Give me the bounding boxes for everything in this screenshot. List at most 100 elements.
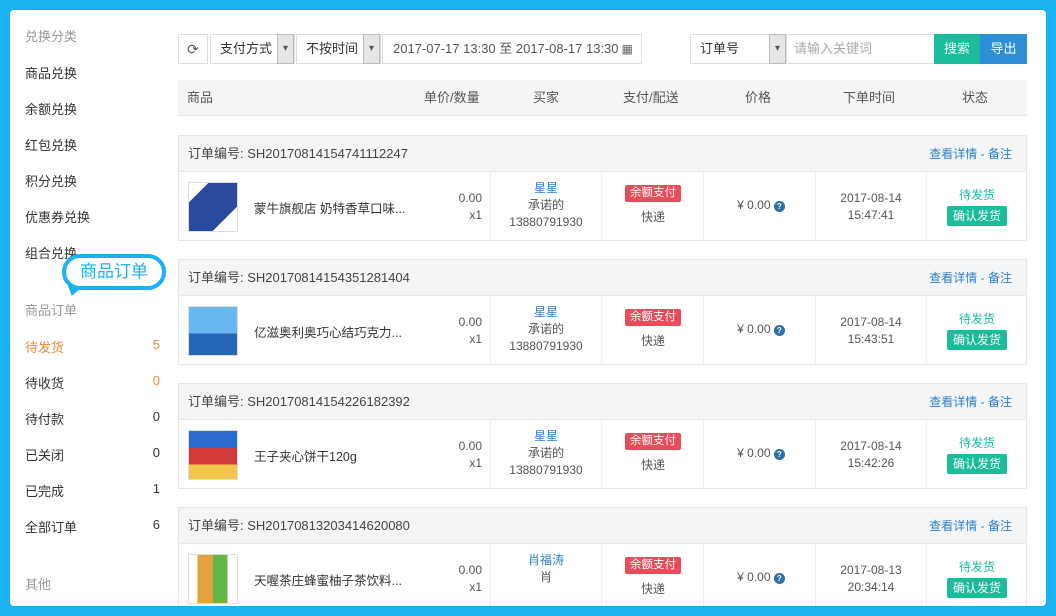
note-link[interactable]: 备注 (988, 271, 1012, 285)
unit-price: 0.00 (458, 563, 482, 577)
payment-badge: 余额支付 (625, 185, 681, 202)
sidebar-item-count: 1 (152, 481, 160, 496)
chevron-down-icon: ▾ (769, 34, 786, 64)
order-date: 2017-08-13 (840, 563, 902, 577)
search-field-select[interactable]: 订单号 ▾ (690, 34, 787, 64)
buyer-info: 星星 承诺的 13880791930 (491, 428, 601, 479)
date-range-input[interactable]: 2017-07-17 13:30 至 2017-08-17 13:30 ▦ (382, 34, 642, 64)
sidebar-item-redpacket-exchange[interactable]: 红包兑换 (25, 135, 160, 154)
sidebar-item-closed[interactable]: 已关闭 0 (25, 445, 160, 464)
view-detail-link[interactable]: 查看详情 (929, 395, 977, 409)
quantity: x1 (469, 332, 482, 346)
quantity: x1 (469, 456, 482, 470)
search-placeholder: 请输入关键词 (794, 41, 873, 56)
chevron-down-icon: ▾ (363, 34, 380, 64)
product-name[interactable]: 王子夹心饼干120g (254, 446, 357, 465)
col-header-buyer: 买家 (533, 90, 560, 105)
order-header: 订单编号: SH20170813203414620080 查看详情 - 备注 (179, 508, 1026, 544)
order-amount: ¥ 0.00 ? (706, 198, 816, 212)
product-name[interactable]: 亿滋奥利奥巧心结巧克力... (254, 322, 402, 341)
help-icon[interactable]: ? (773, 449, 785, 460)
confirm-ship-button[interactable]: 确认发货 (946, 330, 1007, 350)
buyer-name[interactable]: 星星 (491, 428, 601, 445)
status-text: 待发货 (958, 560, 995, 574)
status-text: 待发货 (958, 188, 995, 202)
order-number: 订单编号: SH20170813203414620080 (188, 518, 410, 533)
delivery-method: 快递 (640, 582, 665, 596)
sidebar-item-completed[interactable]: 已完成 1 (25, 481, 160, 500)
sidebar-item-coupon-exchange[interactable]: 优惠券兑换 (25, 207, 160, 226)
sidebar-item-count: 0 (152, 373, 160, 388)
product-name[interactable]: 天喔茶庄蜂蜜柚子茶饮料... (254, 570, 402, 589)
order-amount: ¥ 0.00 ? (706, 446, 816, 460)
sidebar-item-label: 待发货 (25, 340, 65, 355)
help-icon[interactable]: ? (773, 573, 785, 584)
sidebar-section-exchange: 兑换分类 (25, 29, 78, 44)
unit-price: 0.00 (458, 191, 482, 205)
quantity: x1 (469, 208, 482, 222)
order-number: 订单编号: SH20170814154226182392 (188, 394, 410, 409)
link-separator: - (977, 147, 988, 161)
product-thumbnail[interactable] (188, 430, 238, 480)
order-clock: 15:47:41 (847, 208, 895, 222)
divider (601, 420, 602, 488)
sidebar-item-all-orders[interactable]: 全部订单 6 (25, 517, 160, 536)
refresh-icon: ⟳ (187, 41, 199, 57)
product-thumbnail[interactable] (188, 182, 238, 232)
search-input[interactable]: 请输入关键词 (788, 34, 936, 64)
note-link[interactable]: 备注 (988, 147, 1012, 161)
divider (703, 296, 704, 364)
view-detail-link[interactable]: 查看详情 (929, 147, 977, 161)
divider (601, 296, 602, 364)
sidebar-item-count: 0 (152, 445, 160, 460)
sidebar-item-goods-exchange[interactable]: 商品兑换 (25, 63, 160, 82)
col-header-status: 状态 (962, 90, 989, 105)
buyer-phone: 13880791930 (509, 463, 583, 477)
sidebar-item-label: 待付款 (25, 412, 65, 427)
search-field-value: 订单号 (700, 41, 740, 56)
confirm-ship-button[interactable]: 确认发货 (946, 578, 1007, 598)
confirm-ship-button[interactable]: 确认发货 (946, 454, 1007, 474)
divider (601, 544, 602, 606)
product-thumbnail[interactable] (188, 554, 238, 604)
order-actions: 查看详情 - 备注 (929, 384, 1012, 420)
note-link[interactable]: 备注 (988, 519, 1012, 533)
sidebar-item-to-receive[interactable]: 待收货 0 (25, 373, 160, 392)
buyer-name[interactable]: 肖福涛 (491, 552, 601, 569)
order-card: 订单编号: SH20170813203414620080 查看详情 - 备注 天… (178, 507, 1027, 606)
help-icon[interactable]: ? (773, 325, 785, 336)
view-detail-link[interactable]: 查看详情 (929, 271, 977, 285)
sidebar-item-to-ship[interactable]: 待发货 5 (25, 337, 160, 356)
note-link[interactable]: 备注 (988, 395, 1012, 409)
sidebar-section-orders: 商品订单 (25, 303, 78, 318)
sidebar-item-label: 全部订单 (25, 520, 78, 535)
order-clock: 20:34:14 (847, 580, 895, 594)
time-filter-select[interactable]: 不按时间 ▾ (296, 34, 381, 64)
refresh-button[interactable]: ⟳ (178, 34, 208, 64)
product-name[interactable]: 蒙牛旗舰店 奶特香草口味... (254, 198, 405, 217)
sidebar-item-balance-exchange[interactable]: 余额兑换 (25, 99, 160, 118)
payment-method-select[interactable]: 支付方式 ▾ (210, 34, 295, 64)
sidebar-item-points-exchange[interactable]: 积分兑换 (25, 171, 160, 190)
product-thumbnail[interactable] (188, 306, 238, 356)
sidebar-item-label: 待收货 (25, 376, 65, 391)
order-body: 蒙牛旗舰店 奶特香草口味... 0.00 x1 星星 承诺的 138807919… (179, 172, 1026, 240)
divider (601, 172, 602, 240)
export-button[interactable]: 导出 (980, 34, 1027, 64)
help-icon[interactable]: ? (773, 201, 785, 212)
sidebar-item-to-pay[interactable]: 待付款 0 (25, 409, 160, 428)
order-time: 2017-08-14 15:47:41 (817, 190, 925, 224)
order-number: 订单编号: SH20170814154351281404 (188, 270, 410, 285)
buyer-name[interactable]: 星星 (491, 304, 601, 321)
order-card: 订单编号: SH20170814154351281404 查看详情 - 备注 亿… (178, 259, 1027, 365)
order-time: 2017-08-14 15:43:51 (817, 314, 925, 348)
payment-method-value: 支付方式 (220, 41, 273, 56)
delivery-method: 快递 (640, 334, 665, 348)
order-time: 2017-08-14 15:42:26 (817, 438, 925, 472)
view-detail-link[interactable]: 查看详情 (929, 519, 977, 533)
date-range-value: 2017-07-17 13:30 至 2017-08-17 13:30 (393, 41, 619, 56)
buyer-name[interactable]: 星星 (491, 180, 601, 197)
order-header: 订单编号: SH20170814154741112247 查看详情 - 备注 (179, 136, 1026, 172)
confirm-ship-button[interactable]: 确认发货 (946, 206, 1007, 226)
search-button[interactable]: 搜索 (934, 34, 980, 64)
